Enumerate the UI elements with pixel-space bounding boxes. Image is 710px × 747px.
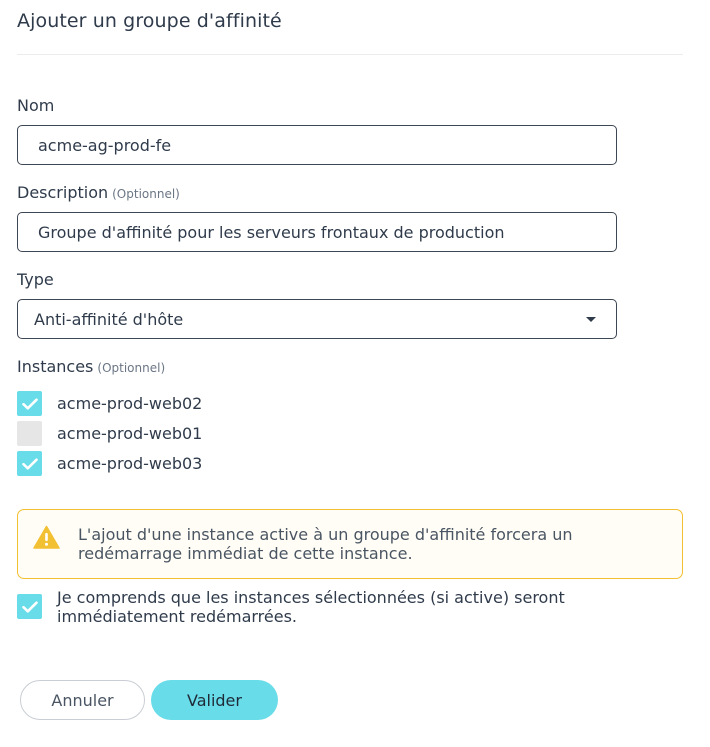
cancel-button[interactable]: Annuler: [20, 680, 145, 720]
instances-optional-hint: (Optionnel): [97, 361, 166, 375]
warning-icon: [33, 525, 60, 553]
name-label-text: Nom: [17, 96, 55, 115]
description-label: Description (Optionnel): [17, 183, 180, 202]
name-label: Nom: [17, 96, 54, 115]
submit-button[interactable]: Valider: [151, 680, 278, 720]
warning-alert: L'ajout d'une instance active à un group…: [17, 509, 683, 579]
checkmark-icon: [21, 600, 38, 613]
instance-checkbox[interactable]: [17, 391, 42, 416]
instances-label: Instances (Optionnel): [17, 357, 165, 376]
type-label: Type: [17, 270, 54, 289]
warning-text: L'ajout d'une instance active à un group…: [78, 525, 573, 563]
type-select[interactable]: Anti-affinité d'hôte: [17, 299, 617, 339]
add-affinity-group-dialog: Ajouter un groupe d'affinité Nom Descrip…: [0, 0, 710, 747]
instance-label: acme-prod-web01: [57, 424, 203, 443]
checkmark-icon: [21, 397, 38, 410]
acknowledge-option[interactable]: Je comprends que les instances sélection…: [17, 588, 617, 626]
acknowledge-checkbox[interactable]: [17, 594, 42, 619]
instance-checkbox[interactable]: [17, 421, 42, 446]
type-selected-value: Anti-affinité d'hôte: [34, 309, 184, 329]
type-label-text: Type: [17, 270, 54, 289]
description-input[interactable]: [17, 212, 617, 252]
description-label-text: Description: [17, 183, 109, 202]
checkmark-icon: [21, 457, 38, 470]
caret-down-icon: [586, 316, 596, 322]
instance-option-web03[interactable]: acme-prod-web03: [17, 451, 202, 476]
instance-option-web01[interactable]: acme-prod-web01: [17, 421, 202, 446]
description-optional-hint: (Optionnel): [112, 187, 180, 201]
instance-option-web02[interactable]: acme-prod-web02: [17, 391, 202, 416]
instance-label: acme-prod-web02: [57, 394, 203, 413]
name-input[interactable]: [17, 125, 617, 165]
instance-label: acme-prod-web03: [57, 454, 203, 473]
acknowledge-label: Je comprends que les instances sélection…: [57, 588, 565, 626]
instance-checkbox[interactable]: [17, 451, 42, 476]
dialog-title: Ajouter un groupe d'affinité: [17, 10, 282, 32]
instances-label-text: Instances: [17, 357, 94, 376]
title-divider: [17, 54, 683, 55]
